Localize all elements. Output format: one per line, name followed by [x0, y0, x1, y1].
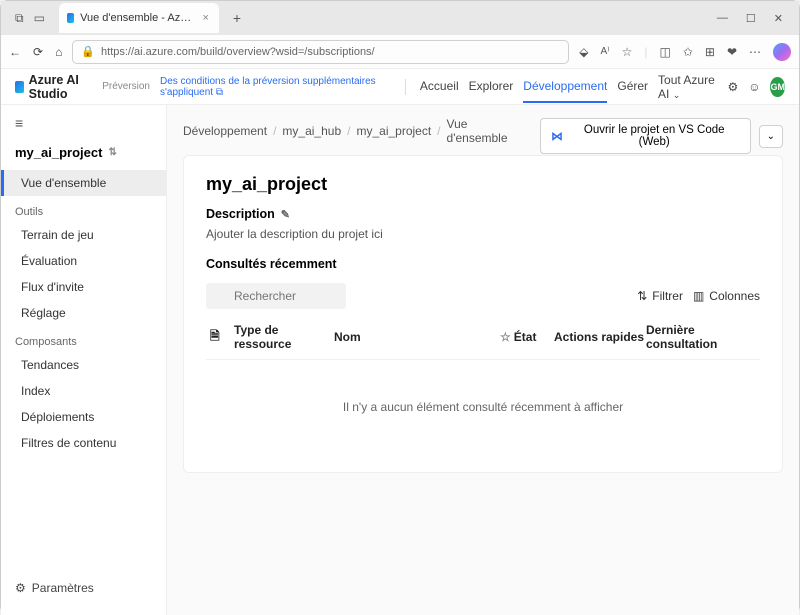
workspace-icon[interactable]: ⧉: [15, 11, 24, 26]
empty-state: Il n'y a aucun élément consulté récemmen…: [206, 360, 760, 454]
col-last-viewed[interactable]: Dernière consultation: [646, 323, 756, 351]
chevron-down-icon: ⌄: [673, 90, 681, 100]
sidebar-item-trends[interactable]: Tendances: [1, 352, 166, 378]
recent-label: Consultés récemment: [206, 257, 760, 271]
document-icon: 🗎: [210, 329, 220, 343]
favorite-icon[interactable]: ☆: [622, 45, 633, 59]
read-aloud-icon[interactable]: A⁾: [600, 46, 609, 57]
overview-card: my_ai_project Description ✎ Ajouter la d…: [183, 155, 783, 473]
sidebar-settings[interactable]: ⚙ Paramètres: [1, 571, 166, 605]
project-title: my_ai_project: [206, 174, 760, 195]
browser-toolbar: ← ⟳ ⌂ 🔒 https://ai.azure.com/build/overv…: [1, 35, 799, 69]
split-icon[interactable]: ◫: [659, 45, 670, 59]
nav-home[interactable]: Accueil: [420, 79, 459, 94]
star-icon: ☆: [500, 330, 511, 344]
search-input[interactable]: [206, 283, 346, 309]
main-content: Développement/ my_ai_hub/ my_ai_project/…: [167, 105, 799, 615]
nav-manage[interactable]: Gérer: [617, 79, 648, 94]
crumb-project[interactable]: my_ai_project: [356, 124, 431, 138]
filter-icon: ⇅: [637, 289, 647, 303]
columns-button[interactable]: ▥ Colonnes: [693, 289, 760, 303]
preversion-badge: Préversion: [102, 81, 150, 92]
sidebar-item-deployments[interactable]: Déploiements: [1, 404, 166, 430]
extensions-icon[interactable]: ⊞: [705, 45, 715, 59]
scope-selector[interactable]: Tout Azure AI ⌄: [658, 73, 717, 101]
nav-explore[interactable]: Explorer: [469, 79, 514, 94]
gear-icon[interactable]: ⚙: [727, 80, 738, 94]
sidebar-item-finetune[interactable]: Réglage: [1, 300, 166, 326]
col-state[interactable]: État: [514, 330, 537, 344]
close-window-icon[interactable]: ✕: [774, 12, 783, 25]
preview-terms-link[interactable]: Des conditions de la préversion suppléme…: [160, 76, 391, 98]
top-nav: Accueil Explorer Développement Gérer: [420, 79, 648, 94]
maximize-icon[interactable]: ☐: [746, 12, 756, 25]
tab-title: Vue d'ensemble - Azure AI Studio: [80, 12, 196, 24]
table-header: 🗎 Type de ressource Nom ☆État Actions ra…: [206, 315, 760, 360]
shopping-icon[interactable]: ⬙: [579, 45, 588, 59]
minimize-icon[interactable]: —: [717, 12, 728, 25]
url-text: https://ai.azure.com/build/overview?wsid…: [101, 46, 375, 58]
vscode-dropdown-button[interactable]: ⌄: [759, 125, 783, 148]
edit-icon[interactable]: ✎: [281, 208, 290, 221]
url-input[interactable]: 🔒 https://ai.azure.com/build/overview?ws…: [72, 40, 569, 64]
back-icon[interactable]: ←: [9, 45, 21, 59]
collections2-icon[interactable]: ❤: [727, 45, 737, 59]
sidebar-project-selector[interactable]: my_ai_project ⇅: [1, 139, 166, 170]
azure-logo-icon: [15, 81, 24, 93]
sidebar: ≡ my_ai_project ⇅ Vue d'ensemble Outils …: [1, 105, 167, 615]
tab-favicon: [67, 13, 74, 23]
sidebar-item-promptflow[interactable]: Flux d'invite: [1, 274, 166, 300]
vscode-icon: ⋈: [551, 129, 563, 143]
sidebar-item-contentfilters[interactable]: Filtres de contenu: [1, 430, 166, 456]
crumb-development[interactable]: Développement: [183, 124, 267, 138]
divider: [405, 79, 406, 95]
open-vscode-button[interactable]: ⋈ Ouvrir le projet en VS Code (Web): [540, 118, 750, 154]
sidebar-section-tools: Outils: [1, 196, 166, 222]
feedback-icon[interactable]: ☺: [748, 80, 760, 94]
col-quick-actions[interactable]: Actions rapides: [554, 330, 646, 344]
description-label: Description ✎: [206, 207, 760, 221]
browser-tab-bar: ⧉ ▭ Vue d'ensemble - Azure AI Studio × +…: [1, 1, 799, 35]
col-name[interactable]: Nom: [334, 330, 500, 344]
filter-button[interactable]: ⇅ Filtrer: [637, 289, 683, 303]
nav-development[interactable]: Développement: [523, 79, 607, 103]
sidebar-item-evaluation[interactable]: Évaluation: [1, 248, 166, 274]
home-icon[interactable]: ⌂: [55, 45, 62, 59]
collections-icon[interactable]: ▭: [34, 11, 45, 26]
breadcrumb: Développement/ my_ai_hub/ my_ai_project/…: [183, 117, 524, 145]
sidebar-item-overview[interactable]: Vue d'ensemble: [1, 170, 166, 196]
sidebar-item-playground[interactable]: Terrain de jeu: [1, 222, 166, 248]
crumb-overview: Vue d'ensemble: [447, 117, 525, 145]
recent-toolbar: 🔍 ⇅ Filtrer ▥ Colonnes: [206, 283, 760, 309]
brand[interactable]: Azure AI Studio Préversion: [15, 73, 150, 101]
more-icon[interactable]: ⋯: [749, 45, 761, 59]
hamburger-icon[interactable]: ≡: [1, 115, 166, 139]
sidebar-item-index[interactable]: Index: [1, 378, 166, 404]
refresh-icon[interactable]: ⟳: [33, 45, 43, 59]
col-resource-type[interactable]: Type de ressource: [234, 323, 334, 351]
new-tab-button[interactable]: +: [227, 8, 247, 28]
app-header: Azure AI Studio Préversion Des condition…: [1, 69, 799, 105]
close-tab-icon[interactable]: ×: [202, 12, 208, 24]
columns-icon: ▥: [693, 289, 704, 303]
lock-icon: 🔒: [81, 45, 95, 58]
browser-tab[interactable]: Vue d'ensemble - Azure AI Studio ×: [59, 3, 219, 33]
favorites-bar-icon[interactable]: ✩: [683, 45, 693, 59]
external-link-icon: ⧉: [216, 87, 223, 98]
sidebar-section-components: Composants: [1, 326, 166, 352]
copilot-icon[interactable]: [773, 43, 791, 61]
sort-icon: ⇅: [108, 147, 116, 158]
brand-text: Azure AI Studio: [29, 73, 96, 101]
gear-icon: ⚙: [15, 581, 26, 595]
description-placeholder[interactable]: Ajouter la description du projet ici: [206, 227, 760, 241]
avatar[interactable]: GM: [770, 77, 785, 97]
crumb-hub[interactable]: my_ai_hub: [282, 124, 341, 138]
